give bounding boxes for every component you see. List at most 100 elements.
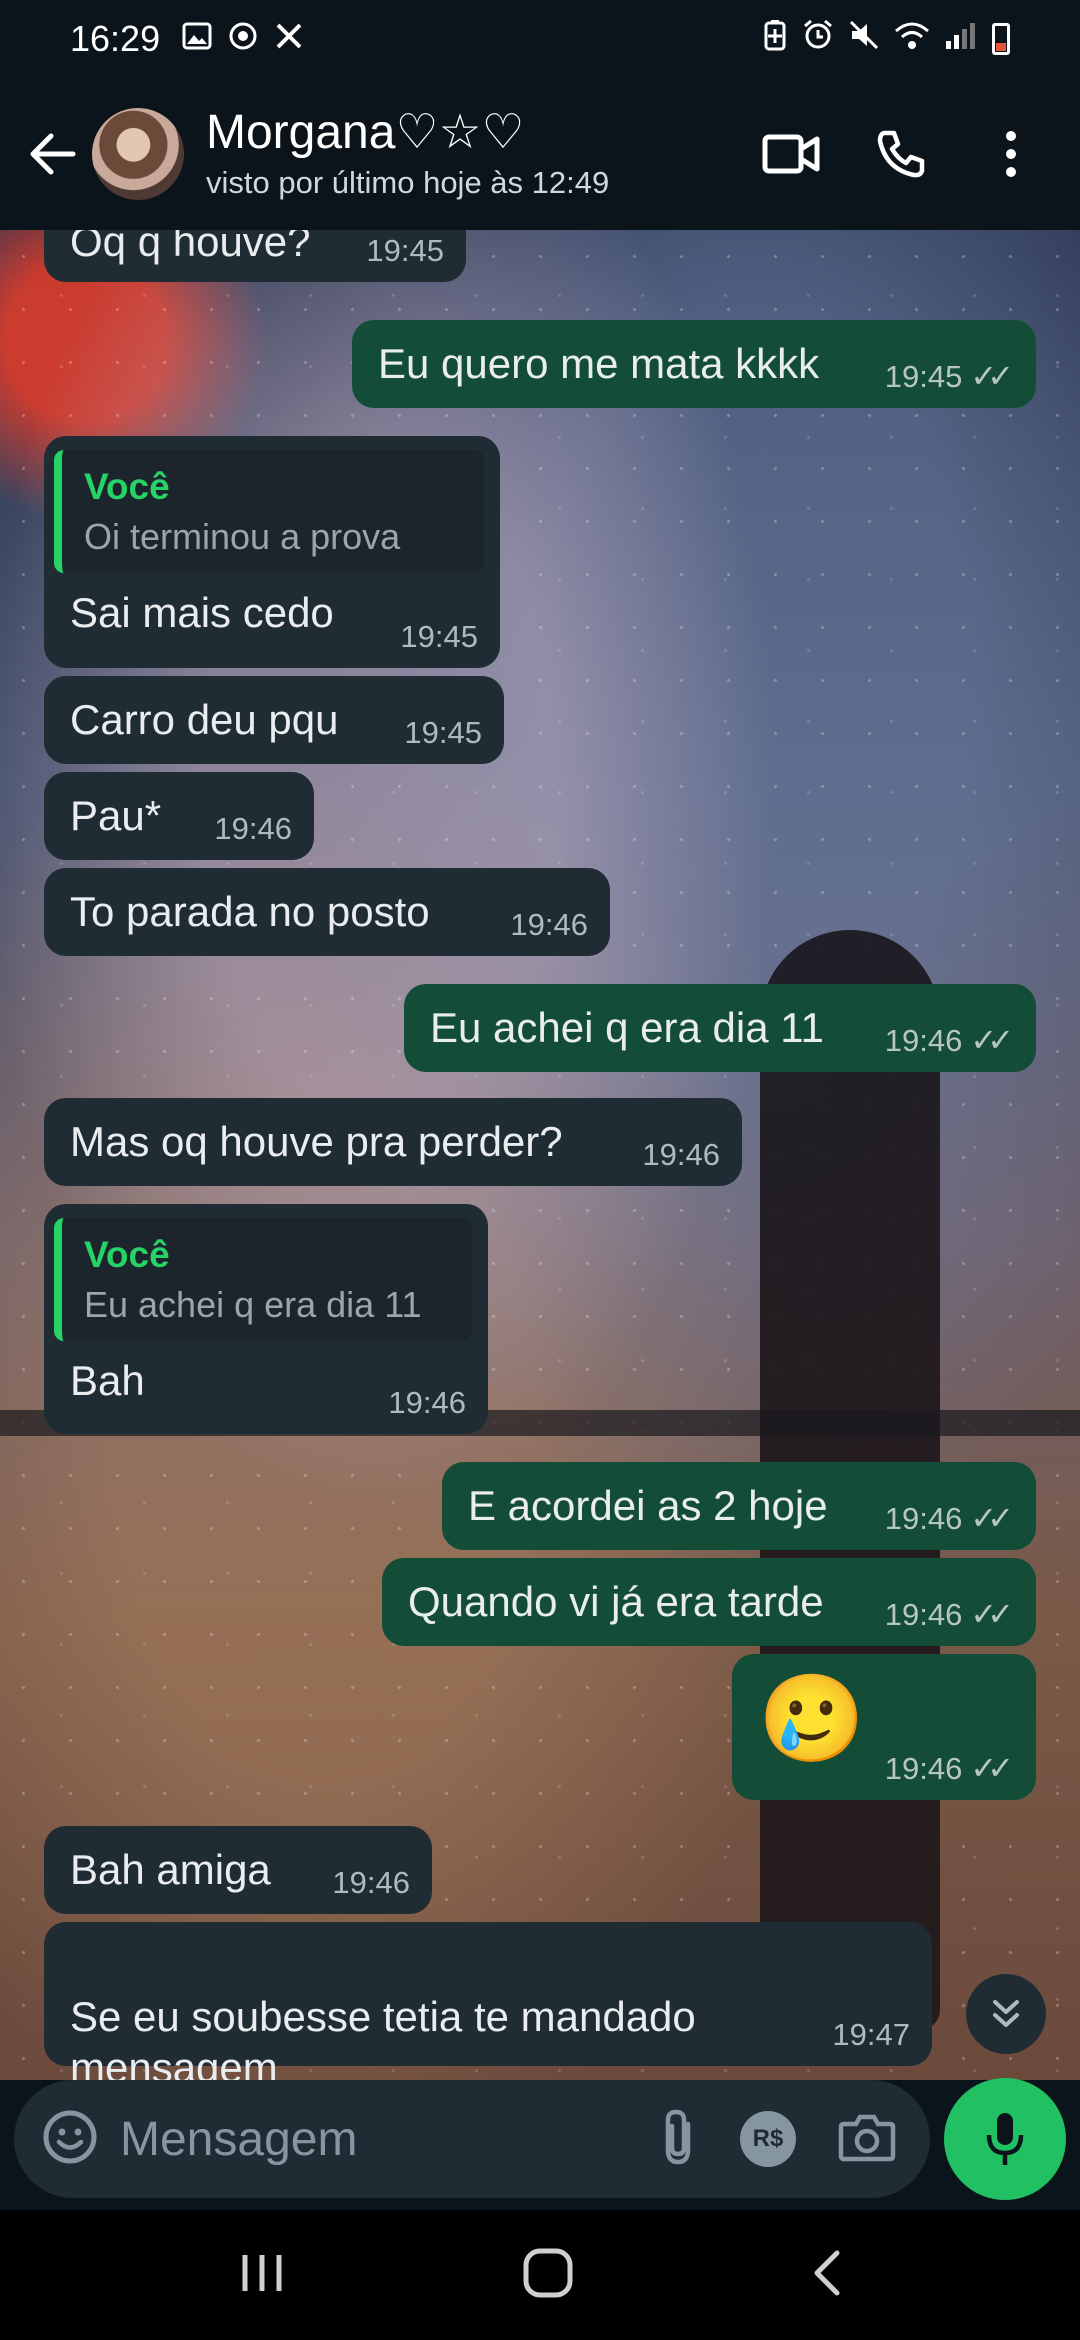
gallery-icon [182, 22, 212, 56]
camera-icon [838, 2114, 896, 2161]
status-time: 16:29 [70, 18, 161, 59]
status-bar: 16:29 [0, 0, 1080, 78]
message-incoming[interactable]: Oq q houve? 19:45 [44, 230, 466, 282]
message-time: 19:45 [400, 619, 478, 655]
double-check-icon: ✓✓ [970, 357, 1014, 394]
message-outgoing-emoji[interactable]: 🥲 19:46 ✓✓ [732, 1654, 1036, 1800]
scroll-to-bottom-button[interactable] [966, 1974, 1046, 2054]
quoted-message[interactable]: Você Oi terminou a prova [54, 450, 484, 574]
back-button[interactable] [18, 119, 88, 189]
emoji-button[interactable] [42, 2109, 98, 2170]
nav-back-button[interactable] [811, 2249, 841, 2302]
message-text: Quando vi já era tarde [408, 1578, 824, 1625]
message-outgoing[interactable]: Eu achei q era dia 11 19:46 ✓✓ [404, 984, 1036, 1072]
recent-apps-button[interactable] [239, 2251, 285, 2300]
message-time: 19:46 [884, 1750, 963, 1786]
message-text: Carro deu pqu [70, 696, 339, 743]
message-time: 19:47 [832, 2017, 910, 2053]
mute-icon [848, 18, 880, 60]
double-chevron-down-icon [993, 2000, 1019, 2027]
message-incoming-reply[interactable]: Você Eu achei q era dia 11 Bah 19:46 [44, 1204, 488, 1434]
message-text: Bah [70, 1357, 145, 1405]
message-time: 19:46 [332, 1865, 410, 1901]
message-outgoing[interactable]: Quando vi já era tarde 19:46 ✓✓ [382, 1558, 1036, 1646]
message-time: 19:45 [404, 715, 482, 751]
x-icon [274, 21, 304, 57]
message-incoming-reply[interactable]: Você Oi terminou a prova Sai mais cedo 1… [44, 436, 500, 668]
system-navigation-bar [0, 2210, 1080, 2340]
avatar[interactable] [92, 108, 184, 200]
message-incoming[interactable]: Mas oq houve pra perder? 19:46 [44, 1098, 742, 1186]
home-button[interactable] [522, 2247, 574, 2304]
quote-text: Oi terminou a prova [84, 516, 401, 558]
quote-author: Você [84, 1234, 170, 1275]
message-composer: R$ [0, 2078, 1080, 2210]
more-options-button[interactable] [976, 119, 1046, 189]
chat-header: Morgana♡☆♡ visto por último hoje às 12:4… [0, 78, 1080, 230]
double-check-icon: ✓✓ [970, 1499, 1014, 1536]
nav-back-icon [814, 2250, 840, 2295]
message-input[interactable] [120, 2104, 560, 2174]
payment-label: R$ [752, 2125, 784, 2152]
signal-icon [944, 18, 978, 60]
message-text: Mas oq houve pra perder? [70, 1118, 563, 1165]
voice-record-button[interactable] [944, 2078, 1066, 2200]
message-text: Eu quero me mata kkkk [378, 340, 820, 387]
battery-icon [992, 23, 1010, 55]
status-left-icons [182, 21, 304, 57]
message-text: Sai mais cedo [70, 589, 334, 637]
message-time: 19:46 [388, 1385, 466, 1421]
double-check-icon: ✓✓ [970, 1021, 1014, 1058]
message-incoming[interactable]: Carro deu pqu 19:45 [44, 676, 504, 764]
composer-pill: R$ [14, 2080, 930, 2198]
attach-button[interactable] [658, 2108, 698, 2171]
alarm-icon [802, 18, 834, 60]
home-icon [523, 2248, 573, 2297]
message-incoming[interactable]: Pau* 19:46 [44, 772, 314, 860]
header-actions [756, 119, 1080, 189]
message-time: 19:46 [642, 1137, 720, 1173]
emoji-smiling-tear: 🥲 [758, 1671, 866, 1767]
quote-text: Eu achei q era dia 11 [84, 1284, 422, 1326]
message-time: 19:46 [214, 811, 292, 847]
video-camera-icon [762, 134, 820, 174]
message-time: 19:46 [884, 1596, 963, 1632]
composer-actions: R$ [658, 2108, 902, 2171]
quoted-message[interactable]: Você Eu achei q era dia 11 [54, 1218, 472, 1342]
message-incoming[interactable]: Bah amiga 19:46 [44, 1826, 432, 1914]
status-right-icons [762, 18, 1010, 60]
more-vertical-icon [1006, 131, 1016, 177]
message-time: 19:46 [510, 907, 588, 943]
message-outgoing[interactable]: E acordei as 2 hoje 19:46 ✓✓ [442, 1462, 1036, 1550]
message-time: 19:45 [366, 233, 444, 269]
last-seen-status: visto por último hoje às 12:49 [206, 165, 610, 201]
quote-author: Você [84, 466, 170, 507]
double-check-icon: ✓✓ [970, 1595, 1014, 1632]
message-outgoing[interactable]: Eu quero me mata kkkk 19:45 ✓✓ [352, 320, 1036, 408]
wifi-icon [894, 18, 930, 60]
paperclip-icon [665, 2109, 691, 2164]
payment-button[interactable]: R$ [740, 2111, 796, 2167]
message-incoming[interactable]: Se eu soubesse tetia te mandado mensagem… [44, 1922, 932, 2080]
message-text: E acordei as 2 hoje [468, 1482, 828, 1529]
voice-call-button[interactable] [866, 119, 936, 189]
camera-button[interactable] [838, 2112, 896, 2167]
battery-saver-icon [762, 18, 788, 60]
message-text: Eu achei q era dia 11 [430, 1004, 824, 1051]
chat-area[interactable]: Oq q houve? 19:45 Eu quero me mata kkkk … [0, 230, 1080, 2080]
video-call-button[interactable] [756, 119, 826, 189]
contact-info[interactable]: Morgana♡☆♡ visto por último hoje às 12:4… [206, 105, 610, 202]
message-text: Oq q houve? [70, 230, 311, 265]
contact-name: Morgana♡☆♡ [206, 105, 525, 159]
microphone-icon [986, 2113, 1024, 2165]
emoji-icon [43, 2110, 97, 2163]
message-time: 19:46 [884, 1500, 963, 1536]
recent-apps-icon [242, 2254, 282, 2291]
message-text: To parada no posto [70, 888, 430, 935]
message-text: Pau* [70, 792, 162, 839]
message-text: Bah amiga [70, 1846, 271, 1893]
phone-icon [877, 130, 925, 178]
message-time: 19:45 [884, 358, 963, 394]
sync-icon [228, 21, 258, 57]
message-incoming[interactable]: To parada no posto 19:46 [44, 868, 610, 956]
